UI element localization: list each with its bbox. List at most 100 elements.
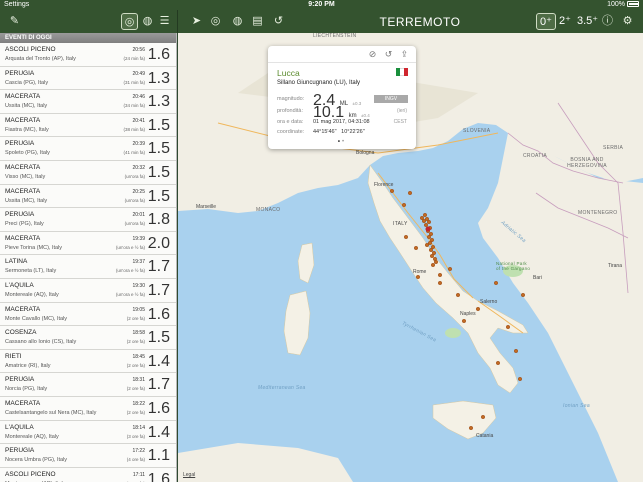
list-icon[interactable]: ☰ (156, 13, 173, 30)
event-row[interactable]: RIETI Amatrice (RI), Italy 18:45 (2 ore fa)… (0, 349, 176, 374)
quake-marker[interactable] (518, 377, 523, 382)
quake-marker[interactable] (514, 349, 519, 354)
quake-marker[interactable] (403, 234, 408, 239)
compass-icon[interactable]: ◎ (121, 13, 138, 30)
history-icon[interactable]: ↺ (383, 49, 394, 60)
legal-link[interactable]: Legal (183, 472, 195, 478)
event-place: Sermoneta (LT), Italy (5, 268, 57, 275)
quake-marker[interactable] (496, 361, 501, 366)
quake-marker[interactable] (481, 415, 486, 420)
magnitude-filter-3-5[interactable]: 3.5⁺ (577, 13, 598, 30)
quake-marker[interactable] (448, 266, 453, 271)
event-row[interactable]: MACERATA Monte Cavallo (MC), Italy 19:05 (2… (0, 302, 176, 327)
event-list[interactable]: ASCOLI PICENO Arquata del Tronto (AP), It… (0, 43, 176, 482)
event-magnitude: 1.7 (147, 281, 170, 299)
event-row[interactable]: MACERATA Ussita (MC), Italy 20:25 (un'ora f… (0, 184, 176, 209)
event-row[interactable]: MACERATA Fiastra (MC), Italy 20:41 (38 min … (0, 113, 176, 138)
event-row[interactable]: LATINA Sermoneta (LT), Italy 19:37 (un'ora … (0, 255, 176, 279)
event-row[interactable]: PERUGIA Preci (PG), Italy 20:01 (un'ora fa)… (0, 208, 176, 232)
event-detail-popup[interactable]: ⊘ ↺ ⇪ Lucca Sillano Giuncugnano (LU), It… (268, 46, 416, 149)
globe-icon[interactable]: ◍ (139, 13, 156, 30)
document-icon[interactable]: ▤ (249, 13, 266, 30)
globe-icon[interactable]: ◍ (229, 13, 246, 30)
event-city: MACERATA (5, 116, 41, 124)
event-city: MACERATA (5, 399, 41, 407)
event-time: 20:32 (132, 164, 145, 171)
quake-marker[interactable] (521, 293, 526, 298)
event-ago: (un'ora e ½ fa) (115, 291, 145, 297)
event-ago: (3 ore fa) (126, 433, 145, 439)
quake-marker[interactable] (429, 253, 434, 258)
quake-marker[interactable] (494, 280, 499, 285)
gear-icon[interactable]: ⚙ (619, 13, 636, 30)
event-magnitude: 1.6 (147, 305, 170, 323)
quake-marker[interactable] (430, 262, 435, 267)
event-time: 20:25 (132, 188, 145, 195)
magnitude-filter-2[interactable]: 2⁺ (559, 13, 571, 30)
event-row[interactable]: ASCOLI PICENO Arquata del Tronto (AP), It… (0, 43, 176, 67)
quake-marker[interactable] (469, 426, 474, 431)
selected-quake-marker[interactable] (425, 226, 431, 232)
event-ago: (un'ora e ½ fa) (115, 268, 145, 274)
event-ago: (34 min fa) (123, 103, 145, 109)
quake-marker[interactable] (428, 247, 433, 252)
quake-marker[interactable] (434, 259, 439, 264)
event-row[interactable]: PERUGIA Spoleto (PG), Italy 20:39 (41 min f… (0, 137, 176, 161)
info-icon[interactable]: ⓘ (599, 13, 616, 30)
quake-marker[interactable] (506, 325, 511, 330)
event-magnitude: 1.5 (147, 116, 170, 134)
compass-icon[interactable]: ◎ (207, 13, 224, 30)
quake-marker[interactable] (389, 188, 394, 193)
quake-marker[interactable] (462, 319, 467, 324)
quake-marker[interactable] (438, 280, 443, 285)
quake-marker[interactable] (401, 202, 406, 207)
event-time: 20:46 (132, 94, 145, 101)
event-magnitude: 1.3 (147, 93, 170, 111)
page-indicator[interactable]: •• (268, 139, 416, 145)
event-row[interactable]: MACERATA Castelsantangelo sul Nera (MC), … (0, 396, 176, 421)
magnitude-filter-0[interactable]: 0⁺ (536, 13, 556, 30)
quake-marker[interactable] (413, 245, 418, 250)
quake-marker[interactable] (424, 242, 429, 247)
event-row[interactable]: MACERATA Pieve Torina (MC), Italy 19:39 (un… (0, 231, 176, 256)
battery-icon (627, 1, 639, 7)
event-row[interactable]: ASCOLI PICENOMontemonaco (AP), Italy17:1… (0, 467, 176, 482)
event-place: Nocera Umbra (PG), Italy (5, 457, 68, 464)
event-ago: (2 ore fa) (126, 409, 145, 415)
event-place: Arquata del Tronto (AP), Italy (5, 56, 76, 62)
edit-icon[interactable]: ✎ (6, 13, 23, 30)
event-row[interactable]: MACERATA Visso (MC), Italy 20:32 (un'ora fa… (0, 160, 176, 185)
quake-marker[interactable] (426, 234, 431, 239)
event-row[interactable]: MACERATA Ussita (MC), Italy 20:46 (34 min f… (0, 90, 176, 114)
event-city: PERUGIA (5, 140, 35, 148)
event-ago: (un'ora fa) (124, 221, 145, 227)
events-header: EVENTI DI OGGI (0, 33, 176, 43)
quake-marker[interactable] (423, 222, 428, 227)
event-row[interactable]: L'AQUILA Montereale (AQ), Italy 19:30 (un'o… (0, 278, 176, 303)
quake-marker[interactable] (419, 215, 424, 220)
quake-marker[interactable] (422, 212, 427, 217)
event-row[interactable]: COSENZA Cassano allo Ionio (CS), Italy 18:… (0, 326, 176, 350)
location-arrow-icon[interactable]: ➤ (188, 13, 205, 30)
map-label-marseille: Marseille (196, 204, 217, 210)
quake-marker[interactable] (407, 190, 412, 195)
share-icon[interactable]: ⇪ (399, 49, 410, 60)
quake-marker[interactable] (415, 274, 420, 279)
history-icon[interactable]: ↺ (270, 13, 287, 30)
event-magnitude: 1.6 (147, 470, 170, 482)
event-row[interactable]: L'AQUILA Montereale (AQ), Italy 18:14 (3 or… (0, 420, 176, 445)
event-row[interactable]: PERUGIA Cascia (PG), Italy 20:49 (31 min fa… (0, 66, 176, 91)
status-battery: 100% (607, 1, 639, 8)
quake-marker[interactable] (426, 219, 431, 224)
event-place: Fiastra (MC), Italy (5, 126, 49, 133)
event-magnitude: 1.6 (147, 46, 170, 63)
popup-title: Lucca (277, 68, 300, 78)
quake-marker[interactable] (456, 293, 461, 298)
event-row[interactable]: PERUGIA Norcia (PG), Italy 18:31 (2 ore fa)… (0, 373, 176, 397)
event-row[interactable]: PERUGIA Nocera Umbra (PG), Italy 17:22 (4 o… (0, 444, 176, 468)
event-city: L'AQUILA (5, 281, 34, 289)
block-icon[interactable]: ⊘ (367, 49, 378, 60)
events-sidebar: EVENTI DI OGGI ASCOLI PICENO Arquata del … (0, 33, 177, 482)
quake-marker[interactable] (476, 307, 481, 312)
quake-marker[interactable] (438, 272, 443, 277)
